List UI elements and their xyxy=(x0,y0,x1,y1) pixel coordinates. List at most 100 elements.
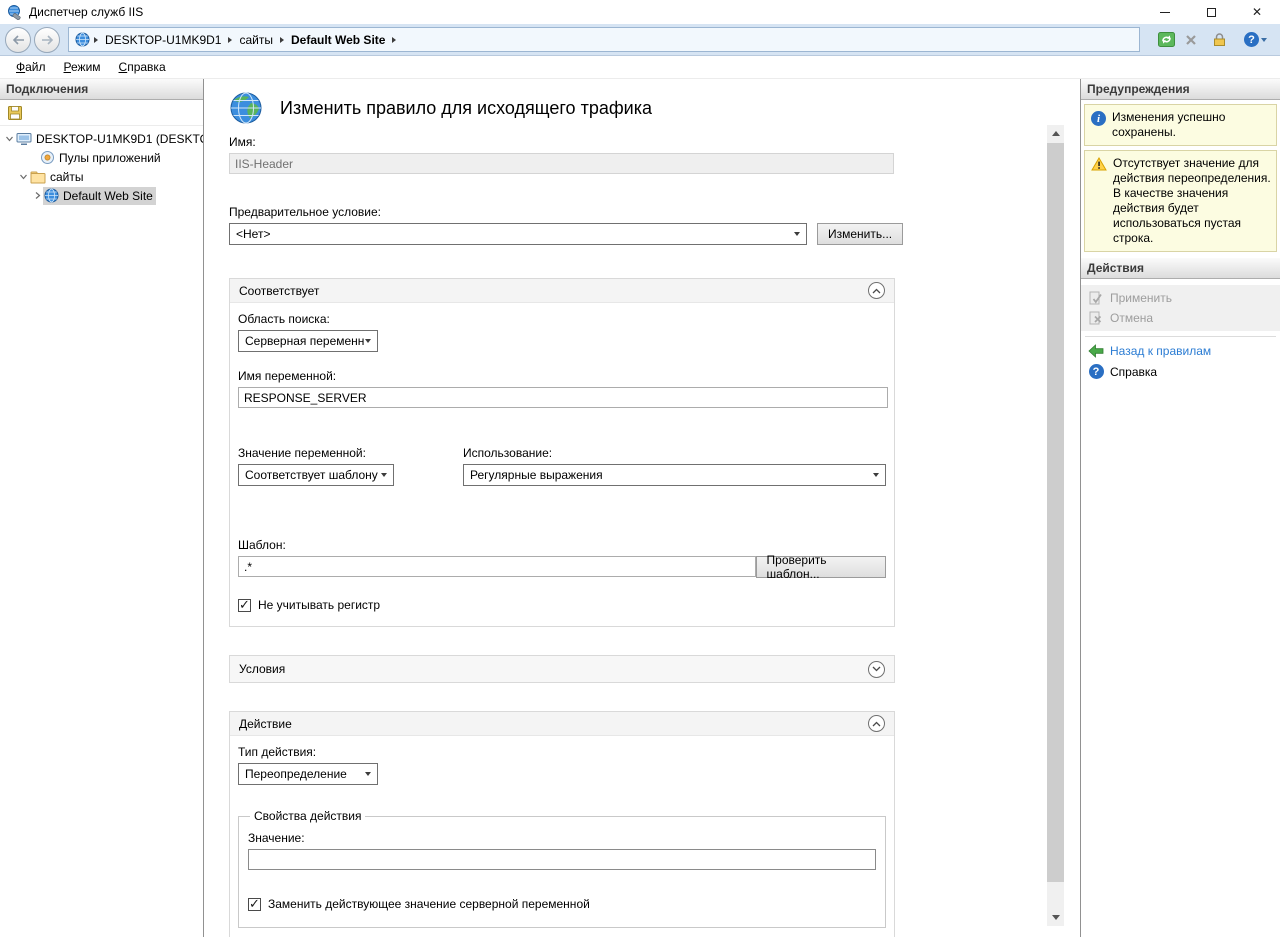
scope-select[interactable]: Серверная переменн xyxy=(238,330,378,352)
match-section-header[interactable]: Соответствует xyxy=(230,279,894,303)
disabled-actions-group: Применить Отмена xyxy=(1081,285,1280,331)
breadcrumb-item-server[interactable]: DESKTOP-U1MK9D1 xyxy=(99,33,227,47)
save-connections-button[interactable] xyxy=(4,102,26,124)
globe-icon xyxy=(75,32,90,47)
variable-value-label: Значение переменной: xyxy=(238,446,463,460)
cancel-button: Отмена xyxy=(1081,308,1280,328)
lock-button[interactable] xyxy=(1213,32,1226,47)
apply-label: Применить xyxy=(1110,291,1172,305)
combo-arrow-icon xyxy=(873,473,879,477)
precondition-select[interactable]: <Нет> xyxy=(229,223,807,245)
variable-value-select[interactable]: Соответствует шаблону xyxy=(238,464,394,486)
actions-header: Действия xyxy=(1081,258,1280,279)
minimize-button[interactable] xyxy=(1142,0,1188,24)
chevron-expanded-icon[interactable] xyxy=(17,172,29,181)
alerts-header: Предупреждения xyxy=(1081,79,1280,100)
lock-icon xyxy=(1213,32,1226,47)
stop-button[interactable] xyxy=(1185,34,1197,46)
collapse-match-button[interactable] xyxy=(868,282,885,299)
chevron-collapsed-icon[interactable] xyxy=(31,191,43,200)
chevron-up-icon xyxy=(872,721,881,727)
variable-name-input[interactable]: RESPONSE_SERVER xyxy=(238,387,888,408)
back-to-rules-link[interactable]: Назад к правилам xyxy=(1081,341,1280,361)
breadcrumb-separator-icon[interactable] xyxy=(392,37,396,43)
minimize-icon xyxy=(1160,12,1170,13)
scroll-up-button[interactable] xyxy=(1047,125,1064,142)
replace-value-checkbox[interactable] xyxy=(248,898,261,911)
replace-value-row: Заменить действующее значение серверной … xyxy=(248,897,876,911)
back-to-rules-label: Назад к правилам xyxy=(1110,344,1211,358)
help-menu-button[interactable] xyxy=(1244,32,1267,47)
tree-item-default-web-site[interactable]: Default Web Site xyxy=(0,186,203,205)
menu-item-help[interactable]: Справка xyxy=(110,57,175,77)
breadcrumb-separator-icon[interactable] xyxy=(228,37,232,43)
back-arrow-green-icon xyxy=(1088,344,1104,358)
ignore-case-row: Не учитывать регистр xyxy=(238,598,886,612)
menu-item-file[interactable]: Файл xyxy=(7,57,55,77)
main-scrollbar[interactable] xyxy=(1047,125,1064,926)
help-link[interactable]: Справка xyxy=(1081,361,1280,382)
back-arrow-icon xyxy=(12,35,25,45)
conditions-section: Условия xyxy=(229,655,895,683)
conditions-section-header[interactable]: Условия xyxy=(230,656,894,682)
combo-arrow-icon xyxy=(794,232,800,236)
breadcrumb[interactable]: DESKTOP-U1MK9D1 сайты Default Web Site xyxy=(68,27,1140,52)
refresh-icon xyxy=(1158,32,1175,47)
action-type-select[interactable]: Переопределение xyxy=(238,763,378,785)
refresh-button[interactable] xyxy=(1158,32,1175,47)
variable-value-value: Соответствует шаблону xyxy=(245,468,378,482)
tree-item-label: сайты xyxy=(50,170,84,184)
info-icon xyxy=(1091,111,1106,126)
apply-icon xyxy=(1088,291,1104,305)
menu-bar: Файл Режим Справка xyxy=(0,56,1280,79)
addressbar-tool-icons xyxy=(1158,32,1275,47)
page-globe-icon xyxy=(229,91,263,125)
close-button[interactable] xyxy=(1234,0,1280,24)
match-section: Соответствует Область поиска: Серверная … xyxy=(229,278,895,627)
menu-item-mode[interactable]: Режим xyxy=(55,57,110,77)
chevron-up-icon xyxy=(872,288,881,294)
maximize-button[interactable] xyxy=(1188,0,1234,24)
pattern-input[interactable]: .* xyxy=(238,556,756,577)
cancel-label: Отмена xyxy=(1110,311,1153,325)
action-value-input[interactable] xyxy=(248,849,876,870)
tree-item-sites[interactable]: сайты xyxy=(0,167,203,186)
collapse-action-button[interactable] xyxy=(868,715,885,732)
breadcrumb-item-default-web-site[interactable]: Default Web Site xyxy=(285,33,391,47)
iis-app-icon xyxy=(7,4,23,20)
address-bar: DESKTOP-U1MK9D1 сайты Default Web Site xyxy=(0,24,1280,56)
scroll-down-button[interactable] xyxy=(1047,909,1064,926)
connections-panel: Подключения DESKT xyxy=(0,79,204,937)
expand-conditions-button[interactable] xyxy=(868,661,885,678)
breadcrumb-item-sites[interactable]: сайты xyxy=(233,33,279,47)
edit-precondition-button[interactable]: Изменить... xyxy=(817,223,903,245)
scrollbar-thumb[interactable] xyxy=(1047,143,1064,882)
triangle-up-icon xyxy=(1052,131,1060,136)
tree-item-server[interactable]: DESKTOP-U1MK9D1 (DESKTOP xyxy=(0,129,203,148)
precondition-value: <Нет> xyxy=(236,227,270,241)
combo-arrow-icon xyxy=(365,339,371,343)
action-section-title: Действие xyxy=(239,717,292,731)
test-pattern-button[interactable]: Проверить шаблон... xyxy=(756,556,886,578)
breadcrumb-separator-icon[interactable] xyxy=(280,37,284,43)
action-value-label: Значение: xyxy=(248,831,876,845)
action-section-header[interactable]: Действие xyxy=(230,712,894,736)
chevron-expanded-icon[interactable] xyxy=(3,134,15,143)
usage-value: Регулярные выражения xyxy=(470,468,603,482)
action-section: Действие Тип действия: Переопределение С… xyxy=(229,711,895,937)
page-title: Изменить правило для исходящего трафика xyxy=(280,98,652,119)
forward-arrow-icon xyxy=(41,35,54,45)
name-label: Имя: xyxy=(229,135,905,149)
conditions-section-title: Условия xyxy=(239,662,285,676)
close-icon xyxy=(1252,5,1262,19)
action-type-label: Тип действия: xyxy=(238,745,886,759)
usage-select[interactable]: Регулярные выражения xyxy=(463,464,886,486)
name-input: IIS-Header xyxy=(229,153,894,174)
tree-item-app-pools[interactable]: Пулы приложений xyxy=(0,148,203,167)
combo-arrow-icon xyxy=(381,473,387,477)
forward-button[interactable] xyxy=(34,27,60,53)
back-button[interactable] xyxy=(5,27,31,53)
scope-value: Серверная переменн xyxy=(245,334,364,348)
ignore-case-checkbox[interactable] xyxy=(238,599,251,612)
info-alert-text: Изменения успешно сохранены. xyxy=(1112,110,1271,140)
